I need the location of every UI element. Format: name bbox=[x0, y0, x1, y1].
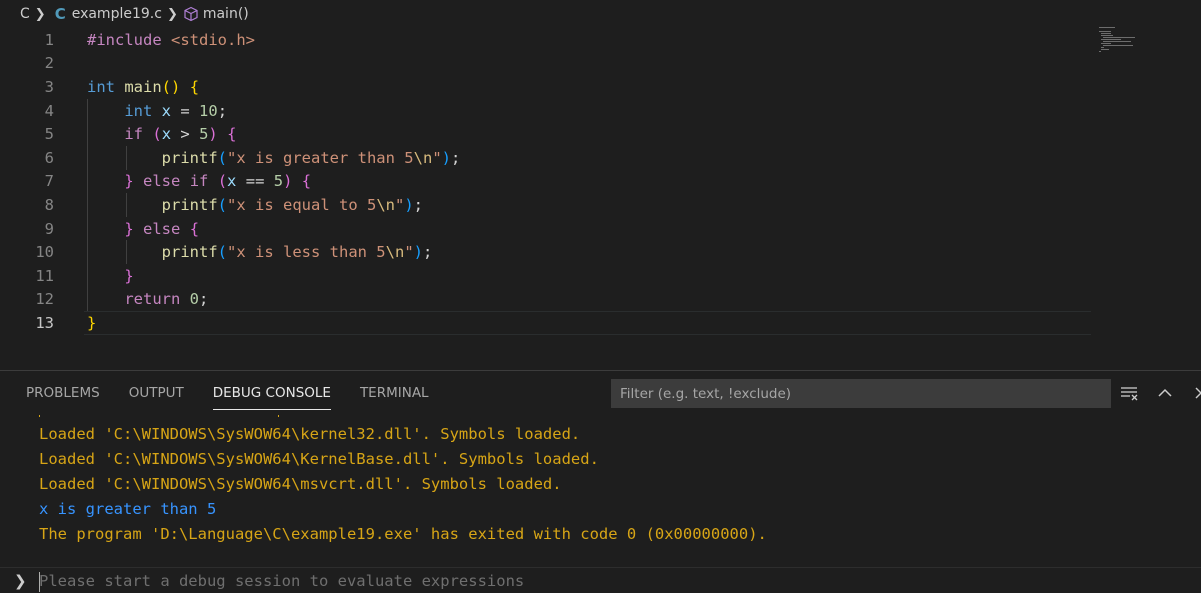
line-number: 4 bbox=[44, 101, 54, 120]
filter-input[interactable]: Filter (e.g. text, !exclude) bbox=[611, 379, 1111, 408]
current-line-highlight bbox=[84, 311, 1091, 336]
line-number: 3 bbox=[44, 77, 54, 96]
panel-actions bbox=[1118, 381, 1201, 405]
code-line: int x = 10; bbox=[124, 101, 228, 120]
console-line: Loaded 'C:\WINDOWS\SysWOW64\msvcrt.dll'.… bbox=[39, 474, 562, 493]
breadcrumb-folder[interactable]: C bbox=[20, 6, 30, 22]
console-line: x is greater than 5 bbox=[39, 499, 217, 518]
code-line: return 0; bbox=[124, 290, 209, 309]
clear-filter-icon[interactable] bbox=[1118, 381, 1140, 405]
line-number: 8 bbox=[44, 195, 54, 214]
line-number: 7 bbox=[44, 172, 54, 191]
breadcrumb-file[interactable]: example19.c bbox=[72, 6, 162, 22]
breadcrumb: C ❯ C example19.c ❯ main() bbox=[0, 0, 1201, 28]
code-line: if (x > 5) { bbox=[124, 125, 237, 144]
code-line: printf("x is greater than 5\n"); bbox=[161, 148, 461, 167]
chevron-up-icon[interactable] bbox=[1154, 381, 1176, 405]
tab-output[interactable]: OUTPUT bbox=[129, 371, 184, 415]
text-caret bbox=[39, 572, 40, 592]
tab-debug-console[interactable]: DEBUG CONSOLE bbox=[212, 371, 332, 415]
code-editor[interactable]: 1 2 3 4 5 6 7 8 9 10 11 12 13 #include <… bbox=[0, 28, 1201, 370]
code-line: #include <stdio.h> bbox=[87, 30, 255, 49]
tab-terminal[interactable]: TERMINAL bbox=[360, 371, 429, 415]
chevron-right-icon: ❯ bbox=[166, 6, 178, 22]
c-file-icon: C bbox=[54, 5, 66, 23]
line-number: 12 bbox=[35, 290, 54, 309]
code-line: } bbox=[124, 266, 134, 285]
tab-problems[interactable]: PROBLEMS bbox=[26, 371, 100, 415]
code-line: printf("x is less than 5\n"); bbox=[161, 243, 433, 262]
line-number: 1 bbox=[44, 30, 54, 49]
line-number: 11 bbox=[35, 266, 54, 285]
bottom-panel: PROBLEMS OUTPUT DEBUG CONSOLE TERMINAL F… bbox=[0, 370, 1201, 593]
panel-tabs: PROBLEMS OUTPUT DEBUG CONSOLE TERMINAL bbox=[0, 371, 458, 415]
console-line: Loaded 'C:\WINDOWS\SysWOW64\kernel32.dll… bbox=[39, 424, 581, 443]
chevron-right-icon: ❯ bbox=[14, 572, 27, 590]
line-number: 9 bbox=[44, 219, 54, 238]
minimap[interactable] bbox=[1097, 26, 1147, 56]
cube-icon bbox=[184, 6, 198, 22]
repl-input[interactable]: Please start a debug session to evaluate… bbox=[39, 572, 524, 590]
chevron-right-icon: ❯ bbox=[34, 6, 46, 22]
line-number: 10 bbox=[35, 243, 54, 262]
truncated-line bbox=[39, 415, 279, 417]
code-line: } else { bbox=[124, 219, 200, 238]
code-line: } bbox=[87, 313, 97, 332]
code-line: int main() { bbox=[87, 77, 200, 96]
repl-input-row[interactable]: ❯ Please start a debug session to evalua… bbox=[0, 567, 1201, 593]
breadcrumb-symbol[interactable]: main() bbox=[203, 6, 249, 22]
line-number: 6 bbox=[44, 148, 54, 167]
debug-console-output: Loaded 'C:\WINDOWS\SysWOW64\kernel32.dll… bbox=[0, 415, 1201, 567]
line-number-active: 13 bbox=[35, 313, 54, 332]
code-line: } else if (x == 5) { bbox=[124, 172, 312, 191]
console-line: The program 'D:\Language\C\example19.exe… bbox=[39, 524, 767, 543]
code-line: printf("x is equal to 5\n"); bbox=[161, 195, 424, 214]
line-number: 2 bbox=[44, 54, 54, 73]
close-icon[interactable] bbox=[1190, 381, 1201, 405]
line-number: 5 bbox=[44, 125, 54, 144]
console-line: Loaded 'C:\WINDOWS\SysWOW64\KernelBase.d… bbox=[39, 449, 599, 468]
